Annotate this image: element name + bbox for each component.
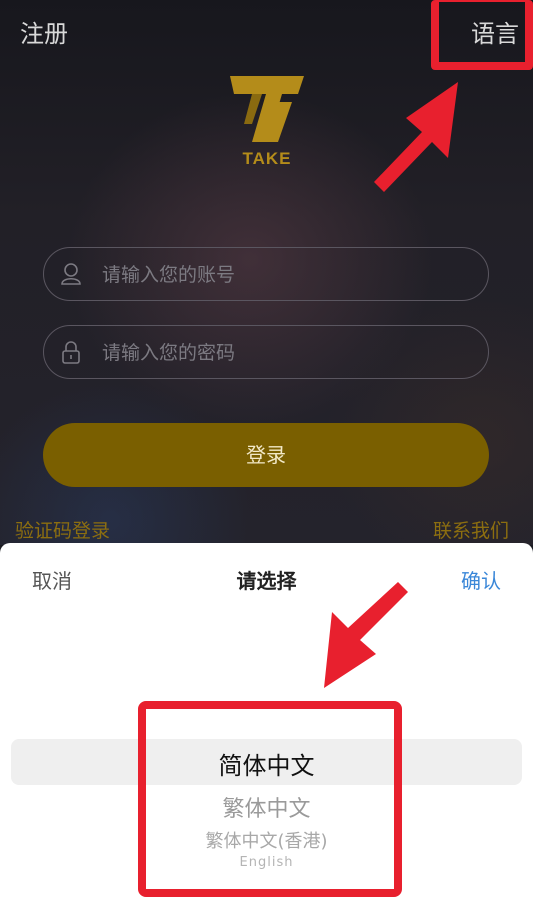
arrow-icon [374,82,458,192]
code-login-link[interactable]: 验证码登录 [15,516,110,543]
picker-header: 取消 请选择 确认 [0,543,533,615]
lock-icon [62,341,80,364]
account-input[interactable] [100,248,474,302]
take-logo: TAKE [226,72,308,172]
confirm-button[interactable]: 确认 [461,565,501,594]
password-field[interactable] [43,325,489,380]
login-button[interactable]: 登录 [43,423,489,487]
picker-highlight-box [138,701,402,897]
logo-text: TAKE [242,149,292,168]
register-link[interactable]: 注册 [20,14,68,49]
account-field[interactable] [43,247,489,302]
arrow-icon [324,582,408,688]
logo-icon [230,76,304,142]
contact-us-link[interactable]: 联系我们 [433,516,509,543]
user-icon [61,263,81,285]
picker-title: 请选择 [236,569,297,593]
password-input[interactable] [100,326,474,380]
language-highlight-box [431,0,533,70]
